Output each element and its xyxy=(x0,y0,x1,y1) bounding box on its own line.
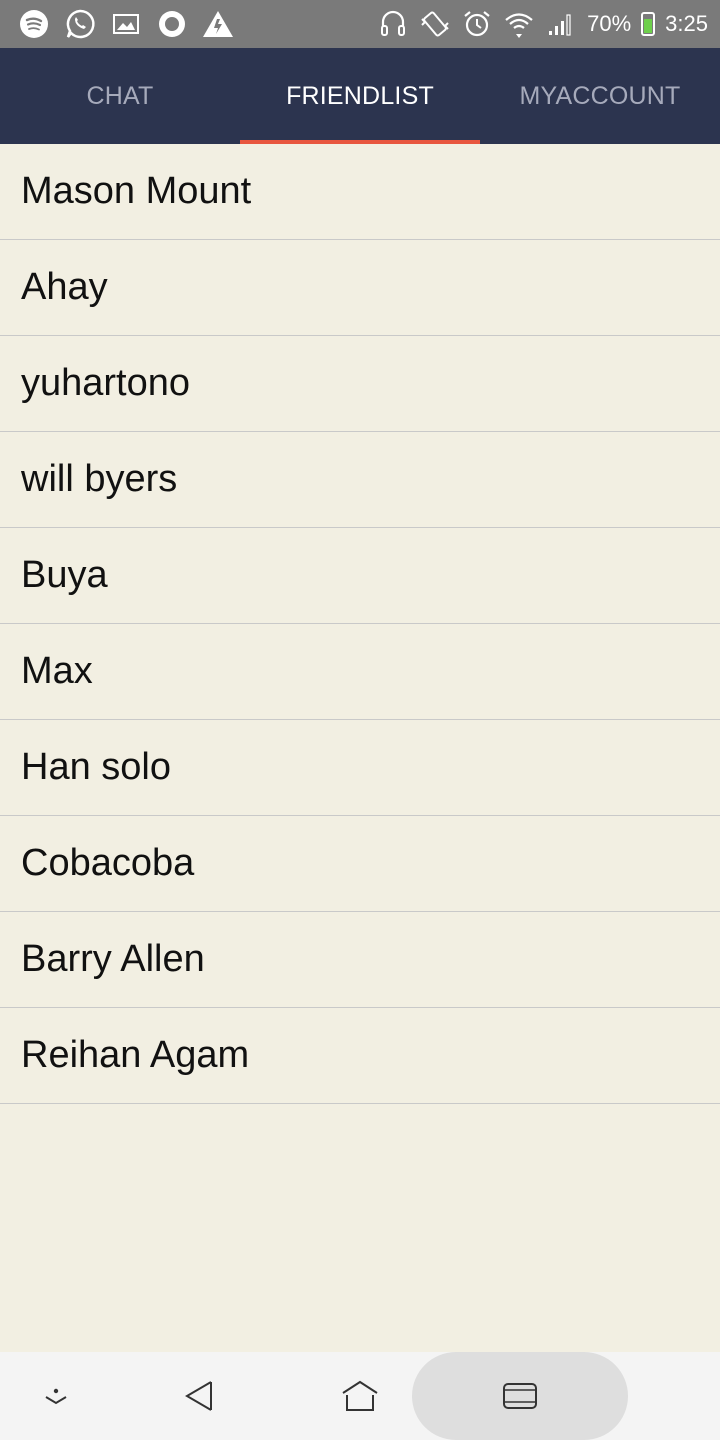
system-icons: 70% 3:25 xyxy=(377,8,708,40)
friend-list-item[interactable]: Max xyxy=(0,624,720,720)
recents-icon[interactable] xyxy=(480,1352,560,1440)
friend-list: Mason Mount Ahay yuhartono will byers Bu… xyxy=(0,144,720,1104)
friend-list-item[interactable]: Buya xyxy=(0,528,720,624)
tab-friendlist[interactable]: FRIENDLIST xyxy=(240,48,480,144)
home-icon[interactable] xyxy=(320,1352,400,1440)
hide-keyboard-icon[interactable] xyxy=(16,1352,96,1440)
clock: 3:25 xyxy=(665,11,708,36)
battery-icon xyxy=(641,12,656,36)
whatsapp-icon xyxy=(64,8,96,40)
tab-bar: CHAT FRIENDLIST MYACCOUNT xyxy=(0,48,720,144)
notification-icons xyxy=(18,8,234,40)
spotify-icon xyxy=(18,8,50,40)
friend-list-item[interactable]: Reihan Agam xyxy=(0,1008,720,1104)
status-bar: 70% 3:25 xyxy=(0,0,720,48)
friend-list-item[interactable]: will byers xyxy=(0,432,720,528)
signal-icon xyxy=(545,8,577,40)
navigation-bar xyxy=(0,1352,720,1440)
circle-app-icon xyxy=(156,8,188,40)
friend-list-item[interactable]: Mason Mount xyxy=(0,144,720,240)
friend-list-item[interactable]: yuhartono xyxy=(0,336,720,432)
tab-myaccount[interactable]: MYACCOUNT xyxy=(480,48,720,144)
tab-chat[interactable]: CHAT xyxy=(0,48,240,144)
warning-icon xyxy=(202,8,234,40)
headset-icon xyxy=(377,8,409,40)
friend-list-item[interactable]: Barry Allen xyxy=(0,912,720,1008)
vibrate-icon xyxy=(419,8,451,40)
battery-percent: 70% xyxy=(587,11,632,36)
alarm-icon xyxy=(461,8,493,40)
friend-list-item[interactable]: Cobacoba xyxy=(0,816,720,912)
friend-list-item[interactable]: Han solo xyxy=(0,720,720,816)
wifi-icon xyxy=(503,8,535,40)
image-icon xyxy=(110,8,142,40)
friend-list-item[interactable]: Ahay xyxy=(0,240,720,336)
back-icon[interactable] xyxy=(160,1352,240,1440)
